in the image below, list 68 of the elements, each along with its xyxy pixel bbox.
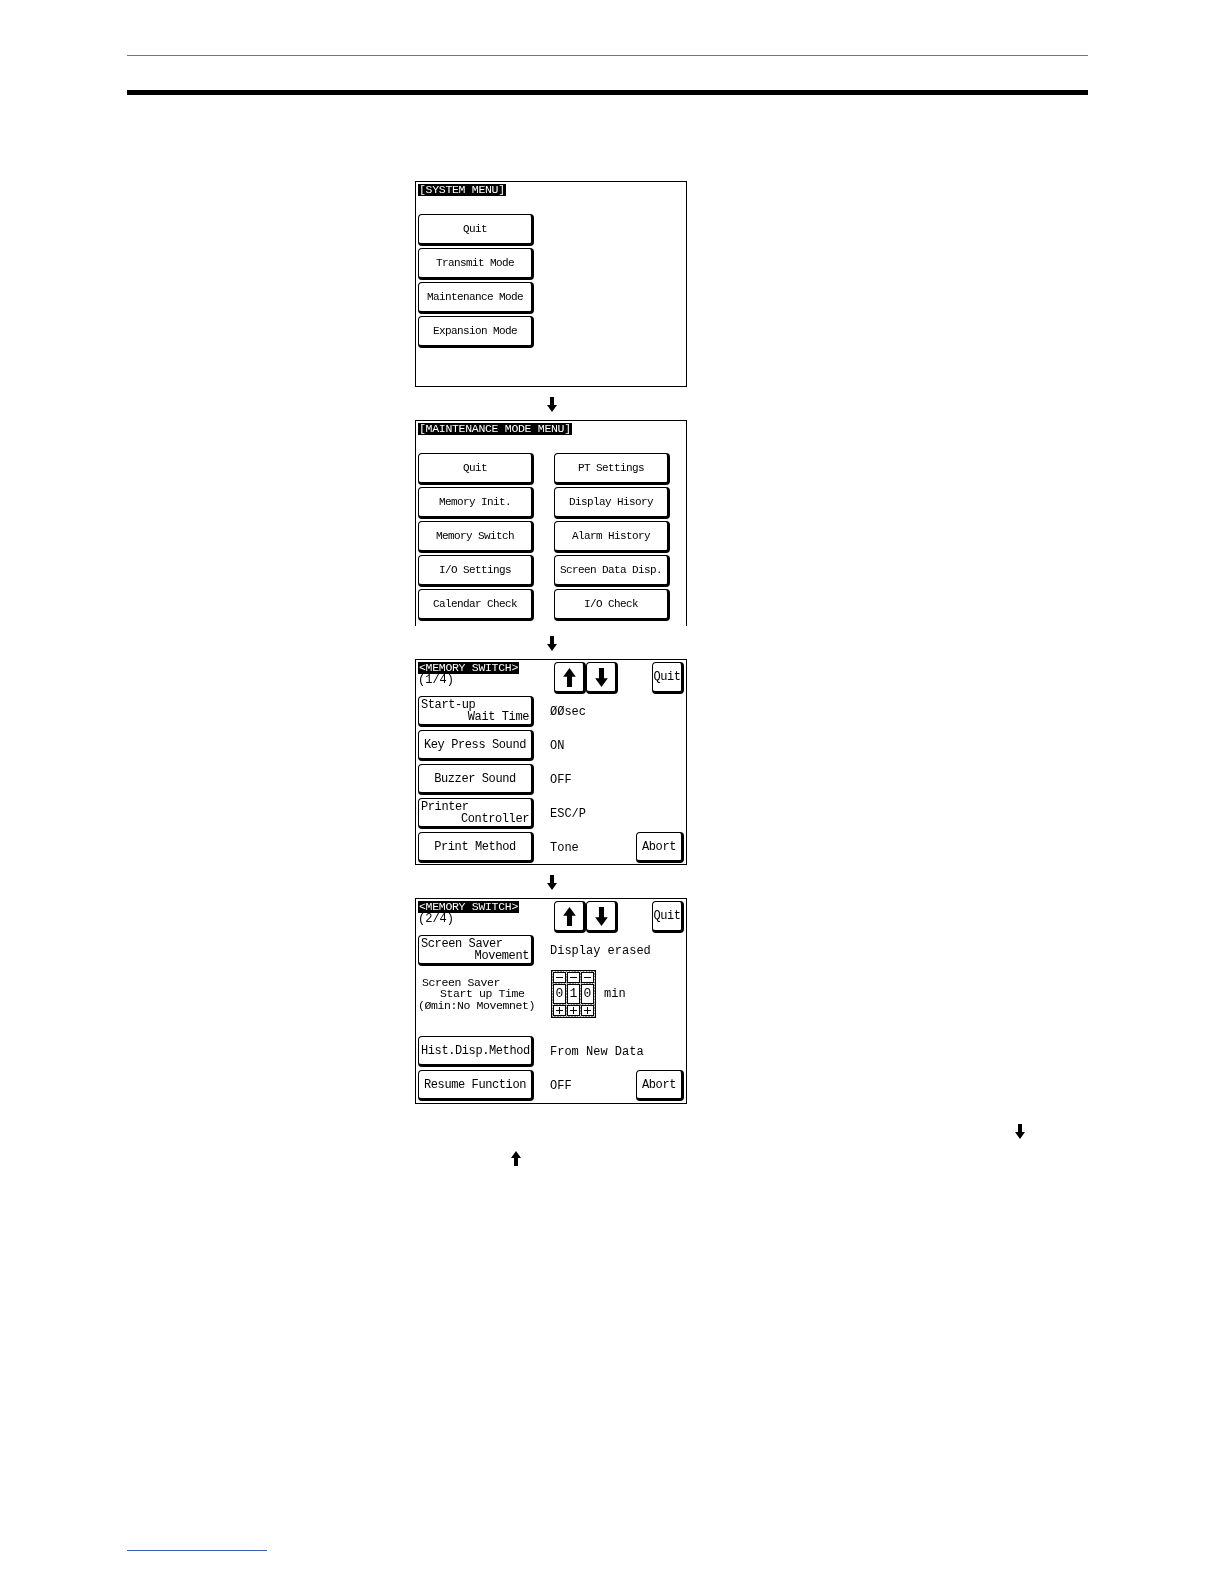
increment-button[interactable] <box>581 1005 594 1016</box>
down-arrow-icon <box>594 906 608 926</box>
quit-button[interactable]: Quit <box>652 901 684 933</box>
digit-display: 0 <box>581 984 594 1004</box>
down-arrow-icon <box>1015 1124 1025 1139</box>
digit-spinner[interactable]: 0 1 0 <box>551 970 596 1018</box>
menu-button[interactable]: Expansion Mode <box>418 316 534 348</box>
abort-button[interactable]: Abort <box>636 1070 684 1101</box>
menu-button[interactable]: Alarm History <box>554 521 670 553</box>
decrement-button[interactable] <box>567 972 580 983</box>
unit-label: min <box>604 988 626 1000</box>
down-arrow-icon <box>547 397 557 412</box>
menu-button[interactable]: I/O Settings <box>418 555 534 587</box>
menu-button[interactable]: Quit <box>418 214 534 246</box>
digit-display: 0 <box>553 984 566 1004</box>
abort-button[interactable]: Abort <box>636 832 684 863</box>
page-indicator: (2/4) <box>418 913 455 925</box>
setting-value: OFF <box>550 1079 573 1092</box>
menu-button[interactable]: Quit <box>418 453 534 485</box>
setting-button[interactable]: Printer Controller <box>418 798 534 829</box>
setting-value: ØØsec <box>550 705 587 718</box>
down-arrow-icon <box>547 875 557 890</box>
screen-title: <MEMORY SWITCH> <box>418 901 520 913</box>
setting-value: From New Data <box>550 1045 645 1058</box>
scroll-down-button[interactable] <box>586 662 618 694</box>
setting-value: ESC/P <box>550 807 587 820</box>
menu-button[interactable]: Screen Data Disp. <box>554 555 670 587</box>
up-arrow-icon <box>511 1151 521 1166</box>
menu-button[interactable]: Display Hisory <box>554 487 670 519</box>
decrement-button[interactable] <box>553 972 566 983</box>
screen-title: [SYSTEM MENU] <box>418 184 506 196</box>
setting-button[interactable]: Start-up Wait Time <box>418 696 534 727</box>
plus-icon <box>584 1007 591 1014</box>
setting-value: OFF <box>550 773 573 786</box>
setting-button[interactable]: Print Method <box>418 832 534 863</box>
menu-button[interactable]: PT Settings <box>554 453 670 485</box>
page-indicator: (1/4) <box>418 674 455 686</box>
up-arrow-icon <box>562 667 576 687</box>
decrement-button[interactable] <box>581 972 594 983</box>
up-arrow-icon <box>562 906 576 926</box>
setting-value: Tone <box>550 841 580 854</box>
menu-button[interactable]: I/O Check <box>554 589 670 621</box>
setting-value: Display erased <box>550 944 652 957</box>
increment-button[interactable] <box>553 1005 566 1016</box>
setting-label: Screen Saver Start up Time (Ømin:No Movemnet) <box>418 976 537 1012</box>
setting-button[interactable]: Resume Function <box>418 1070 534 1101</box>
scroll-down-button[interactable] <box>586 901 618 933</box>
plus-icon <box>570 1007 577 1014</box>
setting-button[interactable]: Screen Saver Movement <box>418 935 534 966</box>
screen-title: <MEMORY SWITCH> <box>418 662 520 674</box>
plus-icon <box>556 1007 563 1014</box>
screen-title: [MAINTENANCE MODE MENU] <box>418 423 572 435</box>
increment-button[interactable] <box>567 1005 580 1016</box>
setting-button[interactable]: Hist.Disp.Method <box>418 1036 534 1067</box>
down-arrow-icon <box>547 636 557 651</box>
menu-button[interactable]: Memory Init. <box>418 487 534 519</box>
setting-button[interactable]: Buzzer Sound <box>418 764 534 795</box>
menu-button[interactable]: Memory Switch <box>418 521 534 553</box>
menu-button[interactable]: Calendar Check <box>418 589 534 621</box>
menu-button[interactable]: Maintenance Mode <box>418 282 534 314</box>
scroll-up-button[interactable] <box>554 901 586 933</box>
menu-button[interactable]: Transmit Mode <box>418 248 534 280</box>
digit-display: 1 <box>567 984 580 1004</box>
setting-value: ON <box>550 739 566 752</box>
quit-button[interactable]: Quit <box>652 662 684 694</box>
setting-button[interactable]: Key Press Sound <box>418 730 534 761</box>
scroll-up-button[interactable] <box>554 662 586 694</box>
down-arrow-icon <box>594 667 608 687</box>
